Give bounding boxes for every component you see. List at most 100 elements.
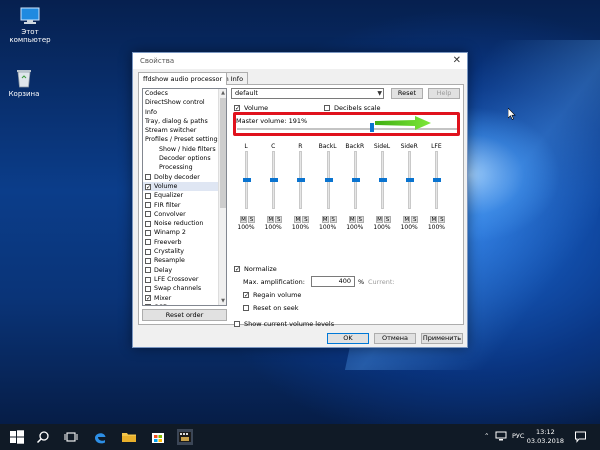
filter-list-item[interactable]: Delay bbox=[143, 266, 226, 275]
filter-checkbox[interactable] bbox=[145, 239, 151, 246]
chevron-up-icon[interactable]: ⌃ bbox=[484, 432, 489, 440]
show-volume-levels-checkbox-box[interactable] bbox=[234, 321, 240, 327]
filter-list-item[interactable]: LFE Crossover bbox=[143, 275, 226, 284]
mute-button[interactable]: M bbox=[267, 216, 275, 223]
show-volume-levels-checkbox[interactable]: Show current volume levels bbox=[234, 320, 334, 328]
filter-checkbox[interactable] bbox=[145, 248, 151, 255]
reset-on-seek-checkbox-box[interactable] bbox=[243, 305, 249, 311]
scroll-down-icon[interactable]: ▼ bbox=[219, 297, 226, 305]
preset-dropdown[interactable]: default ▼ bbox=[231, 88, 384, 99]
filter-checkbox[interactable] bbox=[145, 285, 151, 292]
mute-button[interactable]: M bbox=[403, 216, 411, 223]
help-button[interactable]: Help bbox=[428, 88, 460, 99]
filter-list-item[interactable]: Noise reduction bbox=[143, 219, 226, 228]
channel-slider-thumb[interactable] bbox=[270, 178, 279, 182]
filter-list-item[interactable]: Winamp 2 bbox=[143, 228, 226, 237]
filter-checkbox[interactable] bbox=[145, 211, 151, 218]
solo-button[interactable]: S bbox=[275, 216, 283, 223]
filter-checkbox[interactable] bbox=[145, 276, 151, 283]
filter-checkbox[interactable] bbox=[145, 202, 151, 209]
filter-list-item[interactable]: Resample bbox=[143, 256, 226, 265]
filter-checkbox[interactable]: ✓ bbox=[145, 295, 151, 302]
filter-list-item[interactable]: Swap channels bbox=[143, 284, 226, 293]
max-amplification-input[interactable]: 400 bbox=[311, 276, 355, 287]
close-icon[interactable]: ✕ bbox=[453, 55, 461, 66]
regain-volume-checkbox[interactable]: ✓ Regain volume bbox=[243, 291, 301, 299]
ok-button[interactable]: OK bbox=[327, 333, 369, 344]
solo-button[interactable]: S bbox=[356, 216, 364, 223]
mute-button[interactable]: M bbox=[321, 216, 329, 223]
filter-list-item[interactable]: Tray, dialog & paths bbox=[143, 117, 226, 126]
filter-list-item[interactable]: Freeverb bbox=[143, 238, 226, 247]
filter-list[interactable]: Codecs DirectShow control Info Tray, dialog… bbox=[142, 88, 227, 306]
solo-button[interactable]: S bbox=[329, 216, 337, 223]
filter-list-item[interactable]: Processing bbox=[143, 163, 226, 172]
filter-checkbox[interactable] bbox=[145, 220, 151, 227]
desktop-icon-this-pc[interactable]: Этот компьютер bbox=[0, 6, 60, 44]
windows-start-icon[interactable] bbox=[9, 429, 25, 445]
solo-button[interactable]: S bbox=[411, 216, 419, 223]
filter-list-item[interactable]: Info bbox=[143, 108, 226, 117]
channel-slider-thumb[interactable] bbox=[351, 178, 360, 182]
channel-slider-thumb[interactable] bbox=[324, 178, 333, 182]
reset-order-button[interactable]: Reset order bbox=[142, 309, 227, 321]
solo-button[interactable]: S bbox=[302, 216, 310, 223]
channel-slider-thumb[interactable] bbox=[406, 178, 415, 182]
mute-button[interactable]: M bbox=[376, 216, 383, 223]
reset-button[interactable]: Reset bbox=[391, 88, 423, 99]
filter-checkbox[interactable] bbox=[145, 257, 151, 264]
filter-list-item[interactable]: Dolby decoder bbox=[143, 173, 226, 182]
apply-button[interactable]: Применить bbox=[421, 333, 463, 344]
filter-checkbox[interactable] bbox=[145, 192, 151, 199]
keyboard-language[interactable]: РУС bbox=[512, 432, 524, 440]
ffdshow-app-icon[interactable] bbox=[177, 429, 193, 445]
filter-checkbox[interactable] bbox=[145, 304, 151, 305]
channel-slider-thumb[interactable] bbox=[433, 178, 442, 182]
filter-list-item[interactable]: Equalizer bbox=[143, 191, 226, 200]
filter-list-scrollbar[interactable]: ▲ ▼ bbox=[218, 89, 226, 305]
decibels-scale-checkbox[interactable]: Decibels scale bbox=[324, 104, 381, 112]
filter-list-item[interactable]: Stream switcher bbox=[143, 126, 226, 135]
task-view-icon[interactable] bbox=[63, 429, 79, 445]
normalize-checkbox[interactable]: ✓ Normalize bbox=[234, 265, 277, 273]
dialog-titlebar[interactable]: Свойства ✕ bbox=[133, 53, 467, 69]
store-icon[interactable] bbox=[150, 429, 166, 445]
filter-list-item[interactable]: Convolver bbox=[143, 210, 226, 219]
cancel-button[interactable]: Отмена bbox=[374, 333, 416, 344]
file-explorer-icon[interactable] bbox=[121, 429, 137, 445]
mute-button[interactable]: M bbox=[240, 216, 247, 223]
channel-slider-thumb[interactable] bbox=[297, 178, 306, 182]
filter-checkbox[interactable] bbox=[145, 267, 151, 274]
filter-list-item[interactable]: FIR filter bbox=[143, 201, 226, 210]
channel-slider-thumb[interactable] bbox=[243, 178, 251, 182]
filter-list-item[interactable]: Crystality bbox=[143, 247, 226, 256]
mute-button[interactable]: M bbox=[294, 216, 302, 223]
filter-checkbox[interactable] bbox=[145, 230, 151, 237]
scrollbar-thumb[interactable] bbox=[220, 98, 226, 208]
filter-list-item[interactable]: OSD bbox=[143, 303, 226, 305]
tab-ffdshow-audio-processor[interactable]: ffdshow audio processor bbox=[138, 72, 228, 85]
filter-list-item[interactable]: Profiles / Preset settings bbox=[143, 135, 226, 144]
system-clock[interactable]: 13:12 03.03.2018 bbox=[527, 428, 564, 446]
filter-list-item[interactable]: DirectShow control bbox=[143, 98, 226, 107]
filter-list-item[interactable]: ✓ Volume bbox=[143, 181, 226, 192]
volume-checkbox-box[interactable]: ✓ bbox=[234, 105, 240, 112]
solo-button[interactable]: S bbox=[248, 216, 255, 223]
normalize-checkbox-box[interactable]: ✓ bbox=[234, 266, 240, 273]
filter-list-item[interactable]: Show / hide filters bbox=[143, 145, 226, 154]
search-icon[interactable] bbox=[35, 429, 51, 445]
mute-button[interactable]: M bbox=[430, 216, 438, 223]
reset-on-seek-checkbox[interactable]: Reset on seek bbox=[243, 304, 299, 312]
regain-volume-checkbox-box[interactable]: ✓ bbox=[243, 292, 249, 299]
network-icon[interactable] bbox=[495, 430, 507, 442]
desktop-icon-recycle-bin[interactable]: Корзина bbox=[0, 68, 54, 98]
filter-list-item[interactable]: Decoder options bbox=[143, 154, 226, 163]
scroll-up-icon[interactable]: ▲ bbox=[219, 89, 226, 97]
mute-button[interactable]: M bbox=[348, 216, 356, 223]
volume-checkbox[interactable]: ✓ Volume bbox=[234, 104, 268, 112]
solo-button[interactable]: S bbox=[438, 216, 446, 223]
notifications-icon[interactable] bbox=[574, 430, 587, 443]
filter-list-item[interactable]: Codecs bbox=[143, 89, 226, 98]
filter-list-item[interactable]: ✓ Mixer bbox=[143, 294, 226, 303]
filter-checkbox[interactable]: ✓ bbox=[145, 183, 151, 190]
